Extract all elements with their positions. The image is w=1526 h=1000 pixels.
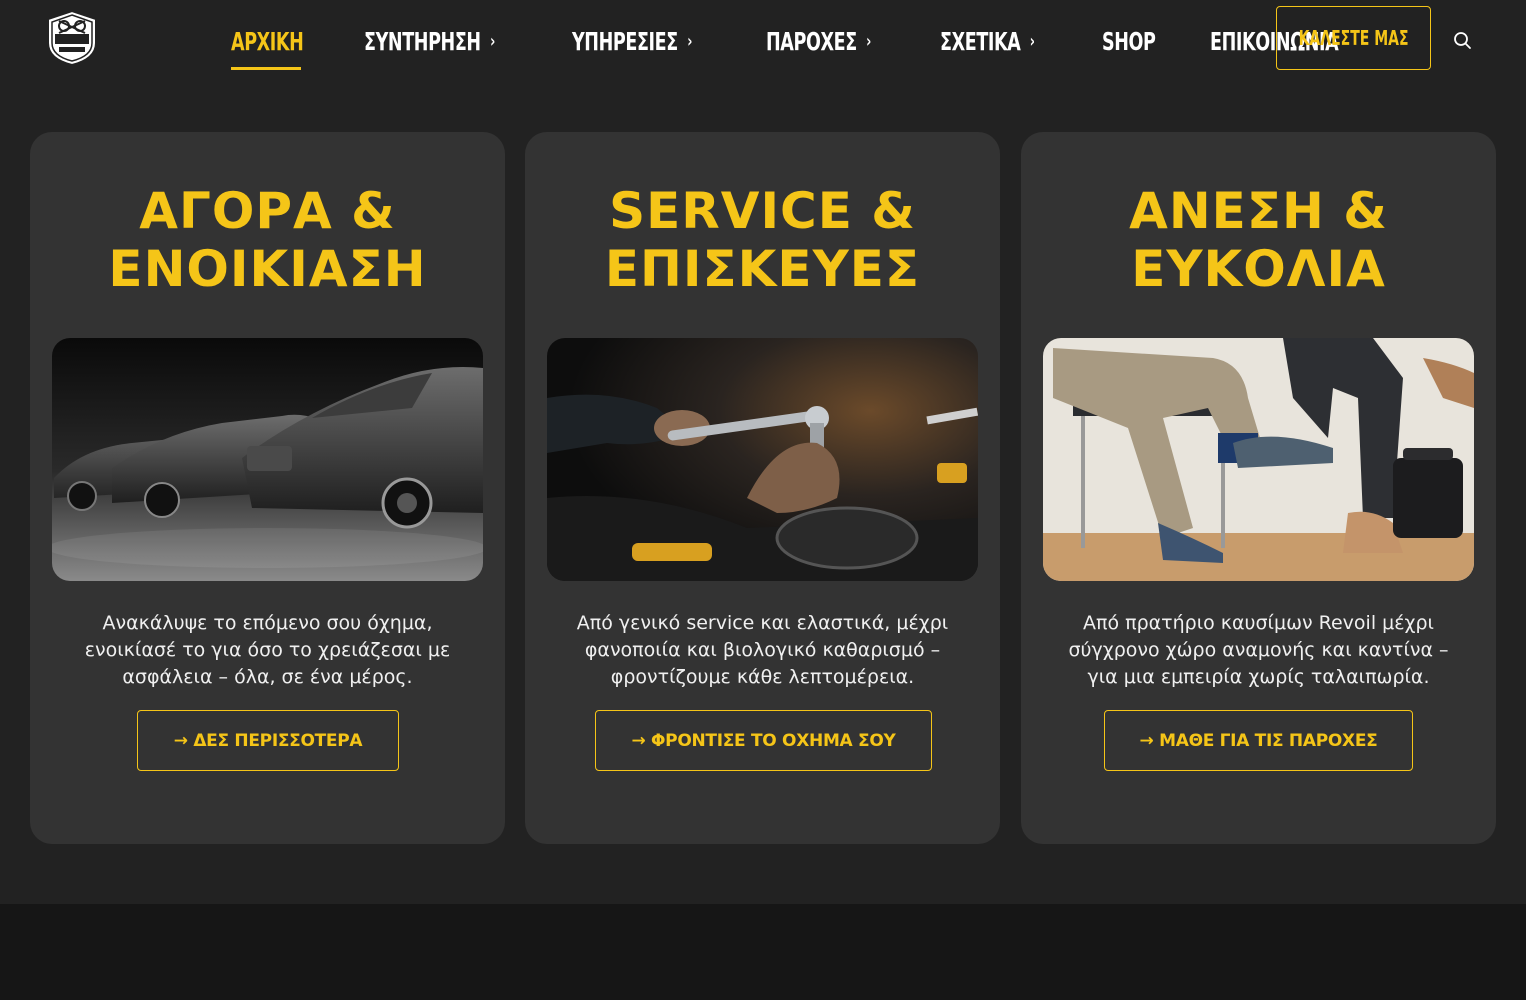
card-title-line: ΕΠΙΣΚΕΥΕΣ (604, 240, 921, 298)
mechanic-wrench-image (547, 338, 978, 581)
card-title-line: ΑΝΕΣΗ & (1129, 182, 1388, 240)
button-label: → ΔΕΣ ΠΕΡΙΣΣΟΤΕΡΑ (173, 730, 363, 751)
card-comfort-convenience: ΑΝΕΣΗ & ΕΥΚΟΛΙΑ Από πρατήριο καυσίμων Re… (1021, 132, 1496, 844)
nav-item-shop[interactable]: SHOP (1102, 27, 1156, 56)
nav-item-services[interactable]: ΥΠΗΡΕΣΙΕΣ › (572, 27, 692, 56)
nav-item-about[interactable]: ΣΧΕΤΙΚΑ › (940, 27, 1035, 56)
footer-band (0, 904, 1526, 1000)
see-more-button[interactable]: → ΔΕΣ ΠΕΡΙΣΣΟΤΕΡΑ (137, 710, 399, 771)
button-label: → ΦΡΟΝΤΙΣΕ ΤΟ ΟΧΗΜΑ ΣΟΥ (631, 730, 896, 751)
search-icon[interactable] (1452, 30, 1474, 52)
card-service-repair: SERVICE & ΕΠΙΣΚΕΥΕΣ Από γενικό service κ… (525, 132, 1000, 844)
luxury-cars-image (52, 338, 483, 581)
nav-item-label: ΣΧΕΤΙΚΑ (940, 26, 1021, 56)
card-buy-rent: ΑΓΟΡΑ & ΕΝΟΙΚΙΑΣΗ Ανακάλυψε το επόμενο σ… (30, 132, 505, 844)
active-nav-underline (231, 67, 301, 70)
chevron-right-icon: › (865, 30, 871, 52)
card-description: Από πρατήριο καυσίμων Revoil μέχρι σύγχρ… (1068, 612, 1449, 688)
card-title-line: ΕΝΟΙΚΙΑΣΗ (108, 240, 427, 298)
site-header: ΑΡΧΙΚΗ ΣΥΝΤΗΡΗΣΗ › ΥΠΗΡΕΣΙΕΣ › ΠΑΡΟΧΕΣ ›… (0, 0, 1526, 82)
card-title-line: ΑΓΟΡΑ & (139, 182, 396, 240)
nav-item-amenities[interactable]: ΠΑΡΟΧΕΣ › (766, 27, 871, 56)
main-nav: ΑΡΧΙΚΗ ΣΥΝΤΗΡΗΣΗ › ΥΠΗΡΕΣΙΕΣ › ΠΑΡΟΧΕΣ ›… (231, 0, 1415, 82)
call-us-button[interactable]: ΚΑΛΕΣΤΕ ΜΑΣ (1276, 6, 1431, 70)
button-label: → ΜΑΘΕ ΓΙΑ ΤΙΣ ΠΑΡΟΧΕΣ (1139, 730, 1378, 751)
chevron-right-icon: › (489, 30, 495, 52)
card-title: SERVICE & ΕΠΙΣΚΕΥΕΣ (525, 182, 1000, 298)
card-description: Από γενικό service και ελαστικά, μέχρι φ… (576, 612, 949, 688)
call-us-label: ΚΑΛΕΣΤΕ ΜΑΣ (1298, 26, 1409, 50)
card-title: ΑΝΕΣΗ & ΕΥΚΟΛΙΑ (1021, 182, 1496, 298)
card-title: ΑΓΟΡΑ & ΕΝΟΙΚΙΑΣΗ (30, 182, 505, 298)
nav-item-label: ΑΡΧΙΚΗ (231, 26, 304, 56)
card-title-line: ΕΥΚΟΛΙΑ (1131, 240, 1386, 298)
nav-item-label: ΠΑΡΟΧΕΣ (765, 26, 857, 56)
nav-item-maintenance[interactable]: ΣΥΝΤΗΡΗΣΗ › (364, 27, 495, 56)
care-for-vehicle-button[interactable]: → ΦΡΟΝΤΙΣΕ ΤΟ ΟΧΗΜΑ ΣΟΥ (595, 710, 932, 771)
learn-amenities-button[interactable]: → ΜΑΘΕ ΓΙΑ ΤΙΣ ΠΑΡΟΧΕΣ (1104, 710, 1413, 771)
chevron-right-icon: › (686, 30, 692, 52)
nav-item-home[interactable]: ΑΡΧΙΚΗ (231, 26, 304, 56)
nav-item-label: ΣΥΝΤΗΡΗΣΗ (363, 26, 481, 56)
nav-item-label: ΥΠΗΡΕΣΙΕΣ (571, 26, 678, 56)
chevron-right-icon: › (1029, 30, 1035, 52)
card-title-line: SERVICE & (609, 182, 916, 240)
garage-logo[interactable] (44, 9, 100, 67)
nav-item-label: SHOP (1101, 26, 1156, 56)
card-description: Ανακάλυψε το επόμενο σου όχημα, ενοικίασ… (84, 612, 451, 688)
waiting-room-image (1043, 338, 1474, 581)
